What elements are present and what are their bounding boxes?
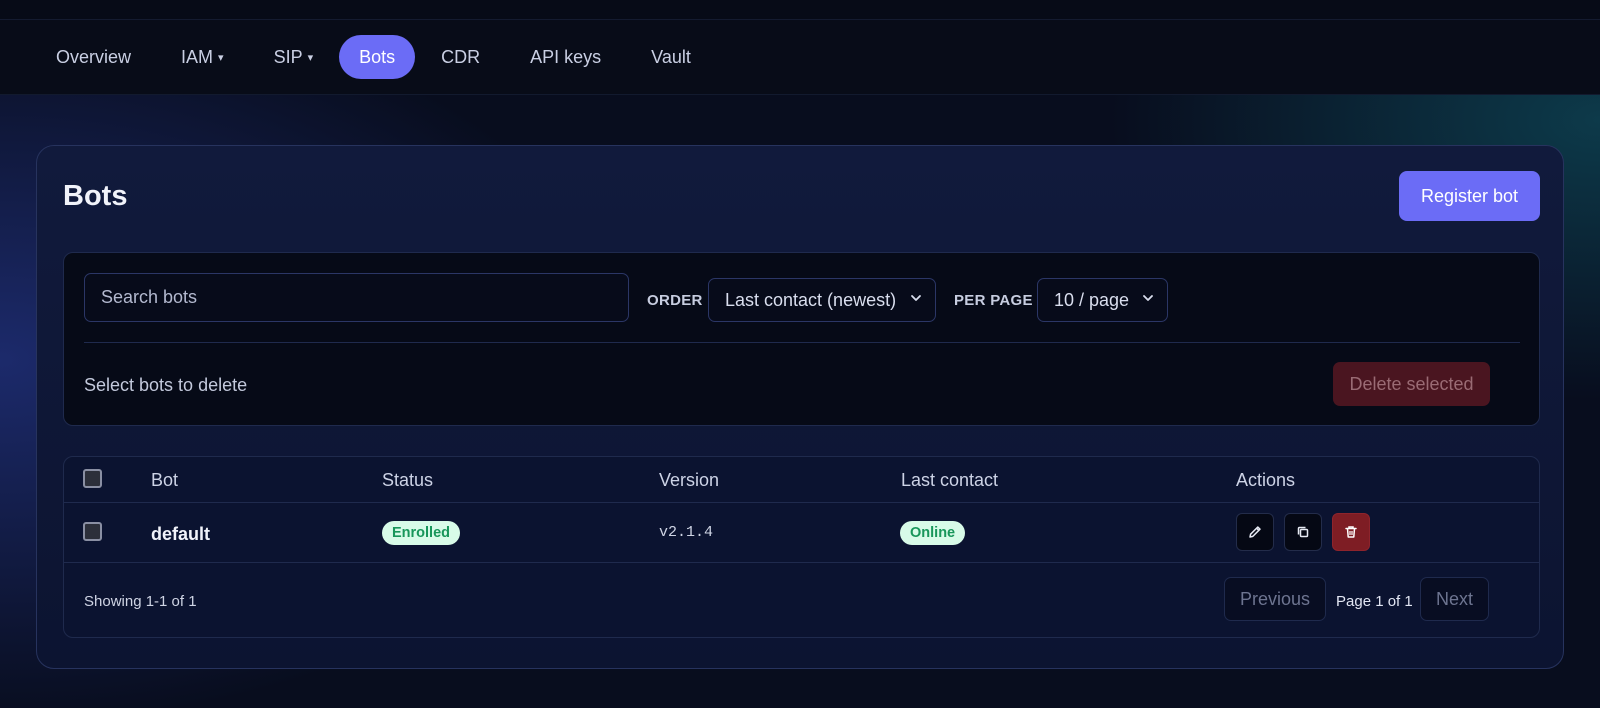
nav-bots-label: Bots <box>359 47 396 67</box>
col-last-contact: Last contact <box>901 470 999 490</box>
nav-cdr-label: CDR <box>441 47 481 67</box>
nav-api-keys[interactable]: API keys <box>506 35 625 79</box>
col-actions: Actions <box>1236 470 1296 490</box>
duplicate-button[interactable] <box>1284 513 1322 551</box>
nav-cdr[interactable]: CDR <box>417 35 504 79</box>
nav-sip-label: SIP <box>273 47 303 67</box>
chevron-down-icon <box>911 295 921 301</box>
nav-overview[interactable]: Overview <box>32 35 155 79</box>
bots-card: Bots Register bot ORDER Last contact (ne… <box>36 145 1564 669</box>
nav-sip[interactable]: SIP ▾ <box>250 35 338 79</box>
order-select-value: Last contact (newest) <box>725 289 897 310</box>
filter-panel: ORDER Last contact (newest) PER PAGE 10 … <box>63 252 1540 426</box>
showing-count: Showing 1-1 of 1 <box>84 593 197 610</box>
col-bot: Bot <box>151 470 179 490</box>
bots-table: Bot Status Version Last contact Actions … <box>63 456 1540 638</box>
order-label: ORDER <box>647 292 703 309</box>
page-title: Bots <box>63 180 128 212</box>
nav-api-keys-label: API keys <box>530 47 602 67</box>
order-select[interactable]: Last contact (newest) <box>708 278 936 322</box>
page-indicator: Page 1 of 1 <box>1336 593 1413 610</box>
per-page-select-value: 10 / page <box>1054 289 1130 310</box>
delete-hint: Select bots to delete <box>84 375 248 395</box>
trash-icon <box>1345 526 1357 538</box>
chevron-down-icon <box>1143 295 1153 301</box>
col-version: Version <box>659 470 720 490</box>
nav-overview-label: Overview <box>56 47 132 67</box>
status-badge: Enrolled <box>382 521 461 545</box>
last-contact-badge: Online <box>900 521 966 545</box>
nav-iam-label: IAM <box>181 47 214 67</box>
per-page-label: PER PAGE <box>954 292 1033 309</box>
caret-down-icon: ▾ <box>307 52 314 64</box>
delete-button[interactable] <box>1332 513 1370 551</box>
nav-vault[interactable]: Vault <box>627 35 715 79</box>
previous-page-button[interactable]: Previous <box>1224 577 1326 621</box>
register-bot-button[interactable]: Register bot <box>1399 171 1540 221</box>
per-page-select[interactable]: 10 / page <box>1037 278 1168 322</box>
table-header: Bot Status Version Last contact Actions <box>64 457 1539 503</box>
bot-version: v2.1.4 <box>659 524 714 541</box>
select-all-checkbox[interactable] <box>83 469 102 488</box>
search-input[interactable] <box>84 273 629 322</box>
main-nav: Overview IAM ▾ SIP ▾ Bots CDR API keys Vau… <box>0 19 1600 95</box>
next-page-button[interactable]: Next <box>1420 577 1489 621</box>
row-checkbox[interactable] <box>83 522 102 541</box>
pencil-icon <box>1249 526 1261 538</box>
bot-name: default <box>151 524 211 544</box>
nav-bots[interactable]: Bots <box>339 35 416 79</box>
nav-vault-label: Vault <box>651 47 691 67</box>
col-status: Status <box>382 470 434 490</box>
edit-button[interactable] <box>1236 513 1274 551</box>
copy-icon <box>1297 526 1309 538</box>
delete-selected-button[interactable]: Delete selected <box>1333 362 1490 406</box>
caret-down-icon: ▾ <box>218 52 224 64</box>
filter-divider <box>84 342 1520 343</box>
table-row: default Enrolled v2.1.4 Online <box>64 503 1539 563</box>
top-strip <box>0 0 1600 19</box>
nav-iam[interactable]: IAM ▾ <box>157 35 248 79</box>
